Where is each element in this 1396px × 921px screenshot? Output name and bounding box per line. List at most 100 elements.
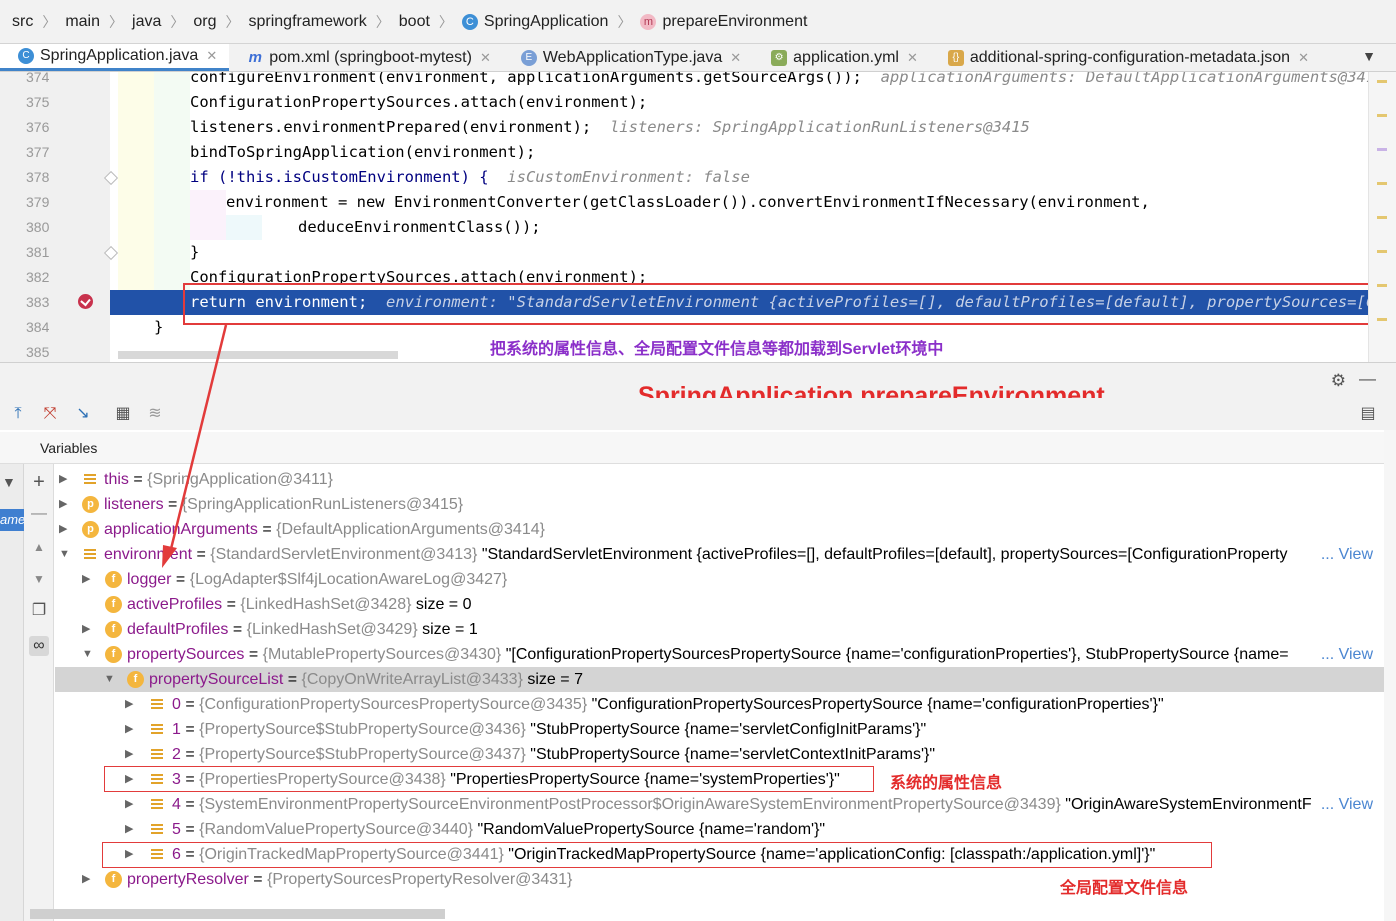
view-link[interactable]: ... View (1321, 642, 1373, 667)
error-stripe-mark[interactable] (1377, 114, 1387, 117)
expand-arrow-icon[interactable]: ▶ (59, 492, 73, 517)
glasses-icon[interactable]: ∞ (29, 636, 49, 656)
frames-rail: ▼ ame (0, 464, 24, 921)
tree-row-selected[interactable]: ▼ f propertySourceList = {CopyOnWriteArr… (55, 667, 1385, 692)
tab-pom-xml[interactable]: m pom.xml (springboot-mytest) ✕ (229, 44, 503, 71)
indent-guide (118, 72, 154, 297)
move-up-icon[interactable]: ▲ (29, 537, 49, 557)
tree-row[interactable]: ▶ f defaultProfiles = {LinkedHashSet@342… (55, 617, 1385, 642)
code-line-378[interactable]: if (!this.isCustomEnvironment) { isCusto… (190, 165, 750, 190)
error-stripe-mark[interactable] (1377, 148, 1387, 151)
error-stripe-mark[interactable] (1377, 80, 1387, 83)
code-line-379[interactable]: environment = new EnvironmentConverter(g… (226, 190, 1150, 215)
expand-arrow-icon[interactable]: ▶ (125, 817, 139, 842)
trace-icon[interactable]: ≋ (145, 404, 165, 424)
step-out-icon[interactable]: ⤒ (8, 404, 28, 424)
tree-row[interactable]: ▶ 1 = {PropertySource$StubPropertySource… (55, 717, 1385, 742)
tab-webapplicationtype-java[interactable]: E WebApplicationType.java ✕ (503, 44, 753, 71)
error-stripe-mark[interactable] (1377, 318, 1387, 321)
collapse-arrow-icon[interactable]: ▼ (82, 642, 96, 667)
code-line-374[interactable]: configureEnvironment(environment, applic… (190, 72, 1384, 90)
tree-row[interactable]: ▼ f propertySources = {MutablePropertySo… (55, 642, 1385, 667)
tree-row[interactable]: ▶ 2 = {PropertySource$StubPropertySource… (55, 742, 1385, 767)
code-line-375[interactable]: ConfigurationPropertySources.attach(envi… (190, 90, 647, 115)
close-icon[interactable]: ✕ (907, 50, 918, 66)
tree-row[interactable]: ▶ 0 = {ConfigurationPropertySourcesPrope… (55, 692, 1385, 717)
object-icon (149, 796, 166, 813)
move-down-icon[interactable]: ▼ (29, 569, 49, 589)
code-line-376[interactable]: listeners.environmentPrepared(environmen… (190, 115, 1030, 140)
line-number: 375 (26, 94, 50, 110)
expand-arrow-icon[interactable]: ▶ (82, 567, 96, 592)
expand-arrow-icon[interactable]: ▶ (59, 517, 73, 542)
crumb-org[interactable]: org (193, 13, 216, 31)
minimize-icon[interactable]: — (1359, 369, 1376, 389)
tree-row[interactable]: ▶ 4 = {SystemEnvironmentPropertySourceEn… (55, 792, 1385, 817)
crumb-java[interactable]: java (132, 13, 161, 31)
line-number: 382 (26, 269, 50, 285)
vertical-scrollbar[interactable] (1368, 72, 1396, 362)
breakpoint-icon[interactable] (78, 294, 93, 309)
crumb-springframework[interactable]: springframework (249, 13, 367, 31)
expand-arrow-icon[interactable]: ▶ (82, 617, 96, 642)
error-stripe-mark[interactable] (1377, 216, 1387, 219)
code-line-381[interactable]: } (190, 240, 199, 265)
tab-metadata-json[interactable]: {} additional-spring-configuration-metad… (930, 44, 1321, 71)
expand-arrow-icon[interactable]: ▶ (125, 742, 139, 767)
crumb-main[interactable]: main (65, 13, 100, 31)
expand-arrow-icon[interactable]: ▶ (125, 717, 139, 742)
debugger-toolbar: ⤒ ⤧ ↘ ▦ ≋ ▤ (0, 398, 1396, 430)
layout-icon[interactable]: ▤ (1358, 404, 1378, 424)
error-stripe-mark[interactable] (1377, 182, 1387, 185)
indent-guide (190, 190, 226, 240)
drop-frame-icon[interactable]: ⤧ (40, 404, 60, 424)
horizontal-scrollbar[interactable] (118, 351, 398, 359)
collapse-arrow-icon[interactable]: ▼ (104, 667, 118, 692)
expand-arrow-icon[interactable]: ▶ (82, 867, 96, 892)
tree-row[interactable]: ▼ environment = {StandardServletEnvironm… (55, 542, 1385, 567)
gear-icon[interactable]: ⚙ (1331, 371, 1346, 391)
expand-arrow-icon[interactable]: ▶ (125, 692, 139, 717)
object-icon (149, 721, 166, 738)
tab-application-yml[interactable]: ⚙ application.yml ✕ (753, 44, 930, 71)
crumb-src[interactable]: src (12, 13, 33, 31)
tree-row[interactable]: ▶ p listeners = {SpringApplicationRunLis… (55, 492, 1385, 517)
run-to-cursor-icon[interactable]: ↘ (73, 404, 93, 424)
error-stripe-mark[interactable] (1377, 284, 1387, 287)
tree-row[interactable]: f activeProfiles = {LinkedHashSet@3428} … (55, 592, 1385, 617)
crumb-boot[interactable]: boot (399, 13, 430, 31)
collapse-arrow-icon[interactable]: ▼ (59, 542, 73, 567)
tree-row[interactable]: ▶ f logger = {LogAdapter$Slf4jLocationAw… (55, 567, 1385, 592)
code-editor[interactable]: 374 375 376 377 378 379 380 381 382 383 … (0, 72, 1396, 362)
frames-tab[interactable]: ame (0, 509, 24, 531)
expand-arrow-icon[interactable]: ▶ (125, 792, 139, 817)
tree-row[interactable]: ▶ this = {SpringApplication@3411} (55, 467, 1385, 492)
error-stripe-mark[interactable] (1377, 250, 1387, 253)
code-line-377[interactable]: bindToSpringApplication(environment); (190, 140, 535, 165)
chevron-down-icon[interactable]: ▼ (1362, 48, 1376, 64)
add-watch-icon[interactable]: + (29, 472, 49, 492)
tree-row[interactable]: ▶ p applicationArguments = {DefaultAppli… (55, 517, 1385, 542)
view-link[interactable]: ... View (1321, 792, 1373, 817)
view-link[interactable]: ... View (1321, 542, 1373, 567)
tab-springapplication-java[interactable]: C SpringApplication.java ✕ (0, 44, 230, 71)
evaluate-expression-icon[interactable]: ▦ (113, 404, 133, 424)
field-icon: f (127, 671, 144, 688)
indent-guide (226, 215, 262, 240)
crumb-springapplication[interactable]: C SpringApplication (461, 13, 608, 31)
close-icon[interactable]: ✕ (480, 50, 491, 66)
annotation-load-note: 把系统的属性信息、全局配置文件信息等都加载到Servlet环境中 (490, 341, 944, 358)
crumb-prepareenvironment[interactable]: m prepareEnvironment (640, 13, 807, 31)
tree-row[interactable]: ▶ 5 = {RandomValuePropertySource@3440} "… (55, 817, 1385, 842)
close-icon[interactable]: ✕ (730, 50, 741, 66)
close-icon[interactable]: ✕ (1298, 50, 1309, 66)
close-icon[interactable]: ✕ (206, 48, 217, 64)
filter-icon[interactable]: ▼ (2, 474, 16, 490)
return-line-highlight-box (183, 283, 1384, 325)
horizontal-scrollbar[interactable] (30, 909, 445, 919)
copy-icon[interactable]: ❐ (29, 601, 49, 621)
code-line-384[interactable]: } (154, 315, 163, 340)
code-line-380[interactable]: deduceEnvironmentClass()); (298, 215, 541, 240)
expand-arrow-icon[interactable]: ▶ (59, 467, 73, 492)
remove-icon[interactable]: — (29, 504, 49, 524)
